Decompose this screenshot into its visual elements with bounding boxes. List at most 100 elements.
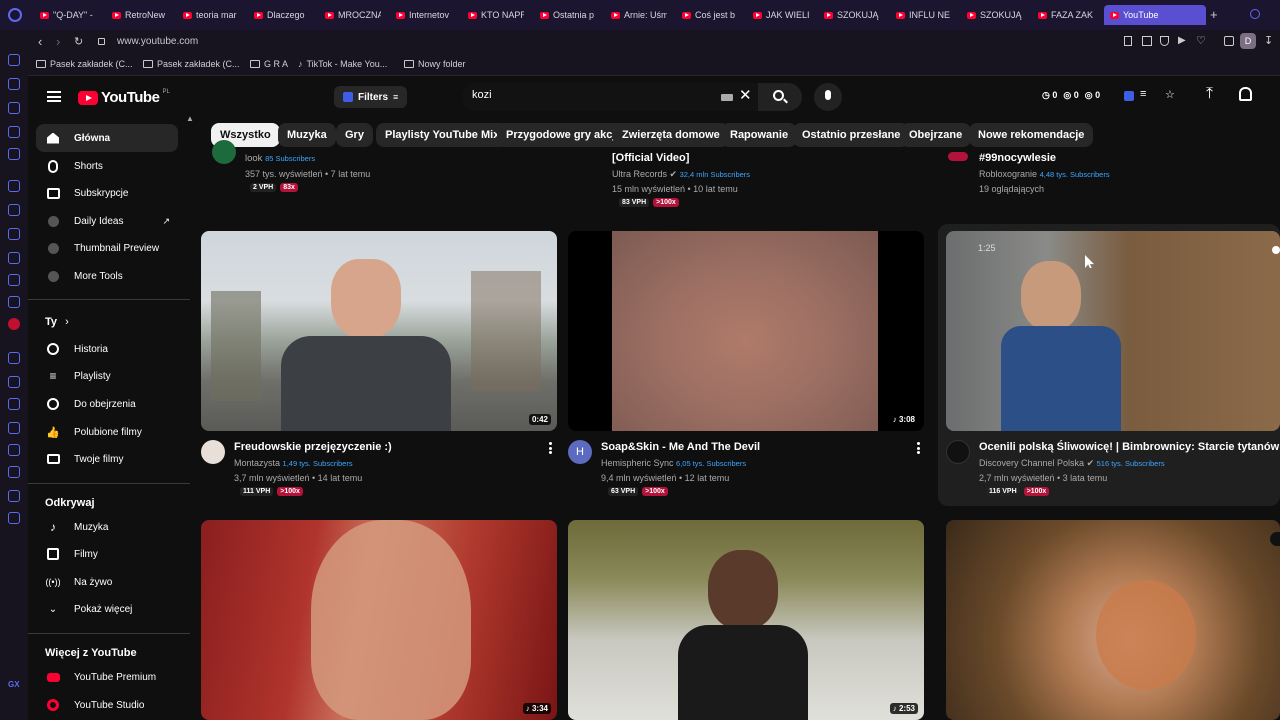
extension-tool-icon[interactable] <box>1124 91 1134 101</box>
guide-item-youtube-premium[interactable]: YouTube Premium <box>36 663 178 691</box>
trophy-icon[interactable]: ☆ <box>1165 88 1175 101</box>
browser-tab[interactable]: INFLU NE <box>896 5 952 25</box>
bookmark-folder[interactable]: Pasek zakładek (C... <box>36 59 133 69</box>
guide-section-you[interactable]: Ty › <box>45 316 69 328</box>
view-counter[interactable]: ◎ 0 <box>1085 90 1100 101</box>
guide-item-daily-ideas[interactable]: Daily Ideas ↗ <box>36 207 178 235</box>
bookmark-link[interactable]: ♪ TikTok - Make You... <box>298 59 387 69</box>
sidebar-app-icon[interactable] <box>8 274 20 286</box>
video-title[interactable]: Ocenili polską Śliwowicę! | Bimbrownicy:… <box>979 441 1279 453</box>
url-field[interactable]: www.youtube.com <box>117 36 198 47</box>
chip-music[interactable]: Muzyka <box>278 123 336 147</box>
more-actions-icon[interactable] <box>549 442 552 454</box>
upload-icon[interactable]: ⤒ <box>1206 85 1213 103</box>
clear-search-icon[interactable]: ✕ <box>739 88 752 104</box>
guide-scroll-up-icon[interactable]: ▲ <box>186 114 194 123</box>
guide-item-music[interactable]: ♪ Muzyka <box>36 513 178 541</box>
browser-tab[interactable]: JAK WIELI <box>753 5 809 25</box>
channel-name[interactable]: Robloxogranie 4,48 tys. Subscribers <box>979 169 1110 179</box>
video-thumbnail[interactable]: ♪ 3:34 <box>201 520 557 720</box>
video-thumbnail[interactable] <box>946 520 1280 720</box>
sidebar-app-icon[interactable] <box>8 490 20 502</box>
sidebar-app-icon[interactable] <box>8 54 20 66</box>
guide-item-movies[interactable]: Filmy <box>36 540 178 568</box>
bookmark-folder[interactable]: G R A <box>250 59 288 69</box>
heart-icon[interactable]: ♡ <box>1196 34 1206 47</box>
browser-tab[interactable]: Dlaczego <box>254 5 310 25</box>
browser-tab[interactable]: Ostatnia p <box>540 5 596 25</box>
channel-name[interactable]: Ultra Records ✔ 32,4 mln Subscribers <box>612 169 750 180</box>
guide-item-show-more[interactable]: ⌄ Pokaż więcej <box>36 595 178 623</box>
hamburger-menu-icon[interactable] <box>47 91 61 102</box>
eye-counter[interactable]: ◎ 0 <box>1063 90 1078 101</box>
sidebar-settings-icon[interactable]: GX <box>8 680 20 689</box>
shield-icon[interactable] <box>1160 36 1169 46</box>
guide-item-more-tools[interactable]: More Tools <box>36 262 178 290</box>
browser-tab[interactable]: Arnie: Uśm <box>611 5 667 25</box>
channel-name[interactable]: Hemispheric Sync 6,05 tys. Subscribers <box>601 458 746 468</box>
extensions-icon[interactable] <box>1224 36 1234 46</box>
browser-tab[interactable]: KTO NAPR <box>468 5 524 25</box>
guide-item-watch-later[interactable]: Do obejrzenia <box>36 390 178 418</box>
browser-tab[interactable]: teoria mar <box>183 5 241 25</box>
video-title[interactable]: #99nocywlesie <box>979 152 1056 164</box>
guide-item-live[interactable]: ((•)) Na żywo <box>36 568 178 596</box>
search-input[interactable] <box>472 89 702 101</box>
side-panel-dot-icon[interactable] <box>1272 246 1280 254</box>
video-thumbnail[interactable]: ♪ 3:08 <box>568 231 924 431</box>
browser-tab[interactable]: MROCZNA <box>325 5 381 25</box>
browser-tab[interactable]: FAZA ZAK <box>1038 5 1094 25</box>
browser-tab[interactable]: "Q-DAY" - <box>40 5 100 25</box>
screenshot-icon[interactable] <box>1142 36 1152 46</box>
chip-pets[interactable]: Zwierzęta domowe <box>613 123 729 147</box>
sidebar-app-icon[interactable] <box>8 180 20 192</box>
bookmark-folder[interactable]: Nowy folder <box>404 59 466 69</box>
sidebar-app-icon[interactable] <box>8 126 20 138</box>
sidebar-app-icon[interactable] <box>8 422 20 434</box>
forward-icon[interactable]: › <box>56 34 60 49</box>
sidebar-record-icon[interactable] <box>8 318 20 330</box>
notifications-bell-icon[interactable] <box>1239 87 1252 101</box>
sidebar-app-icon[interactable] <box>8 78 20 90</box>
chip-recently-uploaded[interactable]: Ostatnio przesłane <box>793 123 910 147</box>
channel-name[interactable]: look 85 Subscribers <box>245 153 315 164</box>
guide-item-liked-videos[interactable]: 👍 Polubione filmy <box>36 418 178 446</box>
sidebar-app-icon[interactable] <box>8 148 20 160</box>
guide-item-youtube-studio[interactable]: YouTube Studio <box>36 691 178 719</box>
channel-name[interactable]: Discovery Channel Polska ✔ 516 tys. Subs… <box>979 458 1165 469</box>
chip-games[interactable]: Gry <box>336 123 373 147</box>
back-icon[interactable]: ‹ <box>38 34 42 49</box>
list-tool-icon[interactable]: ≡ <box>1140 88 1146 100</box>
channel-avatar[interactable] <box>201 440 225 464</box>
download-icon[interactable]: ↧ <box>1264 34 1273 47</box>
video-thumbnail[interactable]: ♪ 2:53 <box>568 520 924 720</box>
video-thumbnail[interactable]: 0:42 <box>201 231 557 431</box>
channel-name[interactable]: Montazysta 1,49 tys. Subscribers <box>234 458 353 468</box>
guide-item-playlists[interactable]: ≡ Playlisty <box>36 362 178 390</box>
keyboard-icon[interactable] <box>721 94 733 101</box>
chip-watched[interactable]: Obejrzane <box>900 123 972 147</box>
browser-tab[interactable]: Internetov <box>396 5 452 25</box>
clock-counter[interactable]: ◷ 0 <box>1042 90 1057 101</box>
bookmark-page-icon[interactable] <box>1124 36 1132 46</box>
channel-avatar[interactable] <box>946 440 970 464</box>
browser-menu-icon[interactable] <box>8 8 22 22</box>
sidebar-app-icon[interactable] <box>8 512 20 524</box>
sidebar-app-icon[interactable] <box>8 444 20 456</box>
guide-item-home[interactable]: Główna <box>36 124 178 152</box>
sidebar-app-icon[interactable] <box>8 296 20 308</box>
guide-item-subscriptions[interactable]: Subskrypcje <box>36 179 178 207</box>
channel-avatar[interactable] <box>212 140 236 164</box>
sidebar-app-icon[interactable] <box>8 466 20 478</box>
guide-item-history[interactable]: Historia <box>36 335 178 363</box>
tab-search-icon[interactable] <box>1250 9 1260 19</box>
sidebar-app-icon[interactable] <box>8 352 20 364</box>
video-thumbnail[interactable]: 1:25 <box>946 231 1280 431</box>
bookmark-folder[interactable]: Pasek zakładek (C... <box>143 59 240 69</box>
chip-mix-playlists[interactable]: Playlisty YouTube Mix <box>376 123 509 147</box>
channel-avatar[interactable]: H <box>568 440 592 464</box>
video-title[interactable]: [Official Video] <box>612 152 689 164</box>
side-panel-badge[interactable] <box>1270 532 1280 546</box>
sidebar-app-icon[interactable] <box>8 252 20 264</box>
reload-icon[interactable]: ↻ <box>74 35 83 48</box>
